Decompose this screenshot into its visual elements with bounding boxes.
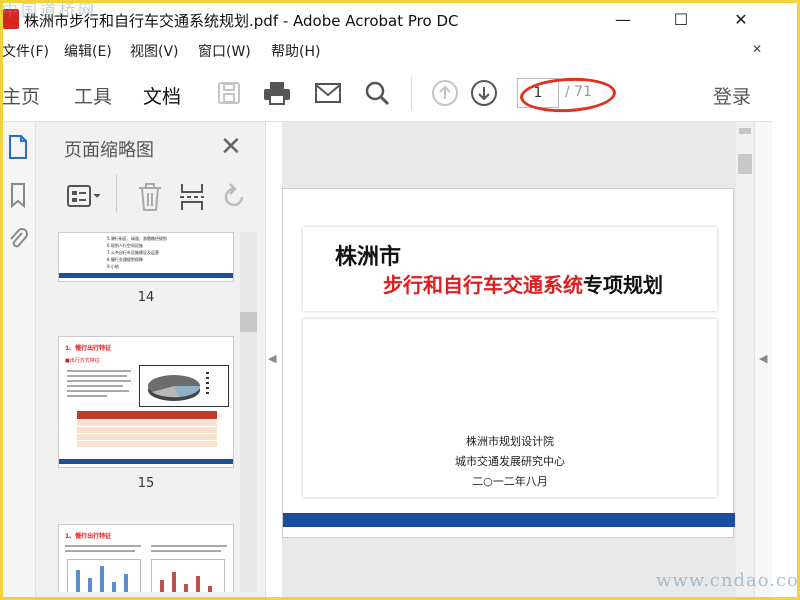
tab-home[interactable]: 主页 (2, 82, 40, 109)
thumbnail-page-15[interactable]: 1、慢行出行特征 ■出行方式特征 (58, 336, 234, 468)
rotate-page-icon[interactable] (220, 182, 248, 216)
extract-page-icon[interactable] (178, 182, 206, 216)
attachment-icon[interactable] (6, 226, 30, 252)
document-title-red-part: 步行和自行车交通系统 (383, 273, 583, 297)
toolbar-separator (411, 76, 412, 110)
panel-separator (116, 174, 117, 212)
left-rail (0, 122, 36, 600)
menu-file[interactable]: 文件(F) (2, 41, 49, 61)
thumbnail-page-16[interactable]: 1、慢行出行特征 (58, 524, 234, 592)
thumb-blue-band (59, 459, 233, 464)
tab-tools[interactable]: 工具 (74, 82, 112, 109)
expand-right-pane-arrow[interactable]: ◀ (759, 352, 767, 365)
toolbar: 主页 工具 文档 (0, 64, 772, 122)
mail-icon[interactable] (313, 78, 343, 108)
scroll-up-arrow[interactable] (739, 128, 751, 134)
thumbnail-scrollbar[interactable] (240, 232, 257, 592)
site-watermark-top: 中国道桥网 (2, 1, 98, 20)
thumb15-sub: ■出行方式特征 (65, 358, 100, 364)
thumbnail-number: 14 (137, 290, 155, 305)
thumbnail-options-icon[interactable] (66, 182, 104, 214)
panel-title: 页面缩略图 (64, 140, 154, 161)
search-icon[interactable] (362, 78, 392, 108)
menu-window[interactable]: 窗口(W) (198, 41, 251, 61)
thumb15-table (77, 411, 217, 451)
title-card: 株洲市 步行和自行车交通系统专项规划 (303, 227, 717, 311)
document-title-black-part: 专项规划 (583, 273, 663, 297)
publish-date: 二○一二年八月 (472, 475, 548, 488)
thumb16-heading: 1、慢行出行特征 (65, 533, 112, 540)
save-icon[interactable] (214, 78, 244, 108)
maximize-button[interactable]: ☐ (658, 6, 704, 32)
page-up-icon[interactable] (430, 78, 460, 108)
close-document-button[interactable]: ✕ (752, 42, 762, 56)
thumb15-heading: 1、慢行出行特征 (65, 345, 112, 352)
close-window-button[interactable]: ✕ (718, 6, 764, 32)
page-footer-band (283, 513, 735, 527)
page-thumbnails-panel: 页面缩略图 ✕ 5.骑行街区、绿道、游憩路径规划 6.规划人行空间设施 7.公共… (36, 122, 266, 600)
thumb14-line: 8.慢行交通规划保障 (107, 257, 143, 262)
document-title-subject: 步行和自行车交通系统专项规划 (383, 269, 663, 298)
delete-page-icon[interactable] (136, 182, 164, 216)
thumb16-bar-chart-2 (151, 559, 225, 592)
document-view: 株洲市 步行和自行车交通系统专项规划 株洲市规划设计院 城市交通发展研究中心 二… (282, 122, 736, 600)
thumb14-line: 5.骑行街区、绿道、游憩路径规划 (107, 236, 167, 241)
print-icon[interactable] (262, 78, 292, 108)
department-name: 城市交通发展研究中心 (455, 455, 565, 468)
document-scrollbar-thumb[interactable] (738, 154, 752, 174)
organization-card: 株洲市规划设计院 城市交通发展研究中心 二○一二年八月 (303, 319, 717, 497)
thumbnail-number: 15 (137, 476, 155, 491)
tab-document[interactable]: 文档 (143, 82, 181, 109)
organization-name: 株洲市规划设计院 (466, 435, 554, 448)
thumb15-text (67, 367, 137, 405)
minimize-button[interactable]: — (600, 6, 646, 32)
thumb14-line: 6.规划人行空间设施 (107, 243, 143, 248)
menu-bar: 文件(F) 编辑(E) 视图(V) 窗口(W) 帮助(H) (0, 38, 772, 64)
site-watermark: www.cndao.com (656, 570, 800, 591)
thumb15-pie-chart (139, 365, 229, 407)
thumbnail-list: 5.骑行街区、绿道、游憩路径规划 6.规划人行空间设施 7.公共自行车设施建设及… (58, 232, 238, 592)
collapse-left-arrow[interactable]: ◀ (268, 352, 276, 365)
bookmark-icon[interactable] (6, 182, 30, 209)
thumbnail-page-14[interactable]: 5.骑行街区、绿道、游憩路径规划 6.规划人行空间设施 7.公共自行车设施建设及… (58, 232, 234, 282)
title-bar: 株洲市步行和自行车交通系统规划.pdf - Adobe Acrobat Pro … (0, 0, 800, 38)
document-scrollbar[interactable] (736, 122, 754, 600)
menu-view[interactable]: 视图(V) (130, 41, 179, 61)
thumb-blue-band (59, 273, 233, 278)
page-down-icon[interactable] (469, 78, 499, 108)
panel-close-button[interactable]: ✕ (220, 132, 242, 162)
login-button[interactable]: 登录 (713, 82, 751, 109)
document-title-city: 株洲市 (335, 245, 402, 270)
document-page: 株洲市 步行和自行车交通系统专项规划 株洲市规划设计院 城市交通发展研究中心 二… (282, 188, 735, 538)
thumb14-line: 9.小结 (107, 264, 119, 269)
thumb16-bar-chart (67, 559, 141, 592)
menu-edit[interactable]: 编辑(E) (64, 41, 112, 61)
thumb14-line: 7.公共自行车设施建设及运营 (107, 250, 159, 255)
thumbnail-scrollbar-thumb[interactable] (240, 312, 257, 332)
menu-help[interactable]: 帮助(H) (271, 41, 320, 61)
page-thumbnails-icon[interactable] (6, 134, 30, 160)
